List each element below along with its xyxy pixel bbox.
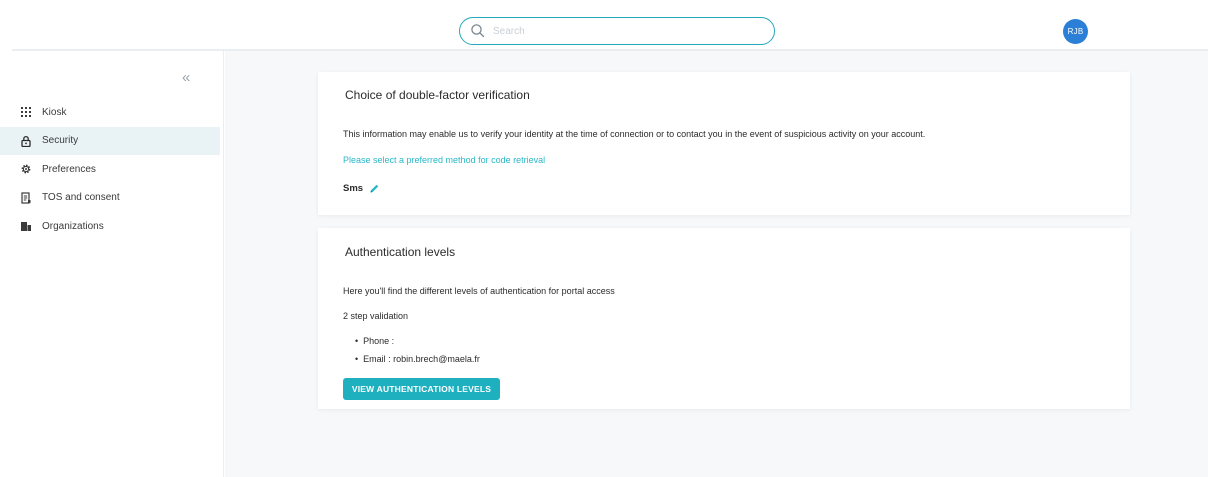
card-title: Authentication levels	[345, 245, 456, 259]
method-label: Sms	[343, 183, 364, 194]
collapse-sidebar-icon[interactable]: «	[182, 69, 190, 86]
edit-pencil-icon[interactable]	[369, 183, 380, 194]
sidebar-item-organizations[interactable]: Organizations	[0, 212, 220, 241]
sidebar: « Kiosk Security Preferences TOS and con…	[0, 51, 224, 477]
top-bar: RJB	[0, 0, 1208, 51]
sidebar-item-label: TOS and consent	[42, 192, 120, 204]
card-title: Choice of double-factor verification	[345, 88, 530, 102]
list-item-email: Email : robin.brech@maela.fr	[355, 354, 480, 364]
auth-levels-description: Here you'll find the different levels of…	[343, 286, 615, 296]
search-icon	[470, 23, 486, 39]
sidebar-item-label: Security	[42, 135, 79, 147]
list-item-phone: Phone :	[355, 336, 394, 346]
sidebar-nav: Kiosk Security Preferences TOS and conse…	[0, 98, 220, 241]
sidebar-item-tos[interactable]: TOS and consent	[0, 184, 220, 213]
sidebar-item-label: Organizations	[42, 220, 104, 232]
search-input[interactable]	[493, 25, 763, 37]
double-factor-description: This information may enable us to verify…	[343, 129, 926, 139]
sidebar-item-preferences[interactable]: Preferences	[0, 155, 220, 184]
document-icon	[20, 192, 32, 204]
gear-icon	[20, 163, 32, 175]
main-content: Choice of double-factor verification Thi…	[225, 51, 1208, 477]
search-box[interactable]	[459, 17, 775, 45]
auth-levels-card: Authentication levels Here you'll find t…	[318, 228, 1130, 409]
lock-icon	[20, 135, 32, 147]
grid-icon	[20, 106, 32, 118]
sidebar-item-label: Preferences	[42, 163, 96, 175]
selected-method: Sms	[343, 183, 380, 194]
avatar[interactable]: RJB	[1063, 19, 1088, 44]
view-auth-levels-button[interactable]: VIEW AUTHENTICATION LEVELS	[343, 378, 500, 400]
double-factor-card: Choice of double-factor verification Thi…	[318, 72, 1130, 215]
sidebar-item-security[interactable]: Security	[0, 126, 220, 155]
select-method-link[interactable]: Please select a preferred method for cod…	[343, 155, 545, 165]
validation-label: 2 step validation	[343, 311, 409, 321]
building-icon	[20, 220, 32, 232]
sidebar-item-label: Kiosk	[42, 106, 67, 118]
sidebar-item-kiosk[interactable]: Kiosk	[0, 98, 220, 127]
